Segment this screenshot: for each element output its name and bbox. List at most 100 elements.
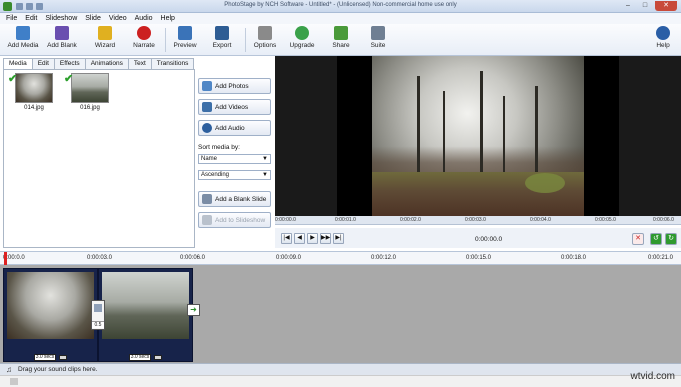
clip-thumbnail: [7, 272, 94, 339]
tree-trunk: [503, 96, 505, 180]
export-button[interactable]: Export: [209, 26, 235, 54]
add-photos-button[interactable]: Add Photos: [198, 78, 271, 94]
maximize-button[interactable]: □: [637, 1, 653, 11]
tab-text[interactable]: Text: [127, 58, 152, 69]
ruler-label: 0:00:18.0: [561, 255, 587, 261]
scrub-tick-label: 0:00:01.0: [335, 217, 356, 223]
media-actions: Add Photos Add Videos Add Audio Sort med…: [198, 58, 272, 248]
sort-order-select[interactable]: Ascending ▼: [198, 170, 271, 180]
toolbar-divider: [245, 28, 246, 52]
preview-pane: [275, 56, 681, 220]
tree-trunk: [480, 71, 483, 180]
add-audio-button[interactable]: Add Audio: [198, 120, 271, 136]
menu-slideshow[interactable]: Slideshow: [45, 15, 77, 22]
tab-animations[interactable]: Animations: [84, 58, 129, 69]
media-thumbnail[interactable]: [15, 73, 53, 103]
media-filename: 014.jpg: [24, 105, 44, 111]
help-icon: [656, 26, 670, 40]
narrate-button[interactable]: Narrate: [130, 26, 158, 54]
photo-icon: [202, 81, 212, 91]
minimize-button[interactable]: –: [620, 1, 636, 11]
playhead[interactable]: [4, 252, 7, 265]
tree-trunk: [417, 76, 420, 180]
add-videos-button[interactable]: Add Videos: [198, 99, 271, 115]
suite-icon: [371, 26, 385, 40]
play-button[interactable]: ▶: [307, 233, 318, 244]
menu-file[interactable]: File: [6, 15, 17, 22]
close-button[interactable]: ✕: [655, 1, 677, 11]
toolbar-divider: [165, 28, 166, 52]
letterbox-right: [584, 56, 619, 220]
wizard-button[interactable]: Wizard: [92, 26, 118, 54]
add-media-icon: [16, 26, 30, 40]
clip-menu-icon[interactable]: [154, 355, 162, 360]
grass-spot: [525, 173, 565, 193]
preview-scrubber[interactable]: 0:00:00.0 0:00:01.0 0:00:02.0 0:00:03.0 …: [275, 216, 681, 225]
share-button[interactable]: Share: [328, 26, 354, 54]
menu-video[interactable]: Video: [109, 15, 127, 22]
go-to-end-button[interactable]: ▶|: [333, 233, 344, 244]
export-icon: [215, 26, 229, 40]
letterbox-left: [337, 56, 372, 220]
tab-transitions[interactable]: Transitions: [150, 58, 195, 69]
video-icon: [202, 102, 212, 112]
suite-button[interactable]: Suite: [366, 26, 390, 54]
timeline-clip[interactable]: 3.0 secs: [98, 268, 193, 362]
wizard-icon: [98, 26, 112, 40]
step-back-button[interactable]: ◀: [294, 233, 305, 244]
scrollbar-thumb[interactable]: [10, 378, 18, 385]
sound-track[interactable]: ♫ Drag your sound clips here.: [0, 363, 681, 375]
add-transition-arrow-icon[interactable]: ➜: [187, 304, 200, 316]
step-forward-button[interactable]: ▶▶: [320, 233, 331, 244]
preview-button[interactable]: Preview: [171, 26, 199, 54]
panel-tabs: Media Edit Effects Animations Text Trans…: [3, 58, 195, 70]
add-to-slideshow-button[interactable]: Add to Slideshow: [198, 212, 271, 228]
transition-icon: [94, 304, 102, 312]
check-icon: ✔: [8, 73, 18, 85]
media-thumbnail[interactable]: [71, 73, 109, 103]
timecode-display: 0:00:00.0: [475, 236, 503, 243]
timeline-ruler[interactable]: 0:00:0.0 0:00:03.0 0:00:06.0 0:00:09.0 0…: [0, 251, 681, 265]
audio-icon: [202, 123, 212, 133]
check-icon: ✔: [64, 73, 74, 85]
sort-by-select[interactable]: Name ▼: [198, 154, 271, 164]
tree-trunk: [535, 86, 538, 180]
title-bar: PhotoStage by NCH Software - Untitled* -…: [0, 0, 681, 13]
help-button[interactable]: Help: [651, 26, 675, 54]
menu-help[interactable]: Help: [161, 15, 175, 22]
clip-thumbnail: [102, 272, 189, 339]
rotate-left-icon[interactable]: ↺: [650, 233, 662, 245]
clip-duration[interactable]: 3.0 secs: [34, 354, 56, 361]
upgrade-button[interactable]: Upgrade: [288, 26, 316, 54]
add-media-button[interactable]: Add Media: [6, 26, 40, 54]
delete-icon[interactable]: ✕: [632, 233, 644, 245]
watermark: wtvid.com: [630, 371, 675, 382]
ruler-label: 0:00:09.0: [276, 255, 302, 261]
clip-duration[interactable]: 3.0 secs: [129, 354, 151, 361]
menu-edit[interactable]: Edit: [25, 15, 37, 22]
go-to-start-button[interactable]: |◀: [281, 233, 292, 244]
scrub-tick-label: 0:00:02.0: [400, 217, 421, 223]
menu-slide[interactable]: Slide: [85, 15, 101, 22]
media-list: ✔ 014.jpg ✔ 016.jpg: [3, 69, 195, 248]
horizontal-scrollbar[interactable]: [0, 375, 681, 387]
options-button[interactable]: Options: [252, 26, 278, 54]
menu-audio[interactable]: Audio: [135, 15, 153, 22]
toolbar: Add Media Add Blank Wizard Narrate Previ…: [0, 24, 681, 56]
transition-marker[interactable]: 0.5: [91, 300, 105, 330]
music-note-icon: ♫: [6, 365, 12, 374]
clip-menu-icon[interactable]: [59, 355, 67, 360]
scrub-tick-label: 0:00:04.0: [530, 217, 551, 223]
sort-label: Sort media by:: [198, 144, 240, 151]
add-blank-button[interactable]: Add Blank: [44, 26, 80, 54]
scrub-tick-label: 0:00:03.0: [465, 217, 486, 223]
rotate-right-icon[interactable]: ↻: [665, 233, 677, 245]
tab-effects[interactable]: Effects: [53, 58, 86, 69]
add-blank-slide-button[interactable]: Add a Blank Slide: [198, 191, 271, 207]
window-title: PhotoStage by NCH Software - Untitled* -…: [224, 2, 457, 8]
record-icon: [137, 26, 151, 40]
tab-edit[interactable]: Edit: [31, 58, 55, 69]
timeline-clip[interactable]: 3.0 secs: [3, 268, 98, 362]
upgrade-icon: [295, 26, 309, 40]
menu-bar: File Edit Slideshow Slide Video Audio He…: [0, 13, 681, 24]
